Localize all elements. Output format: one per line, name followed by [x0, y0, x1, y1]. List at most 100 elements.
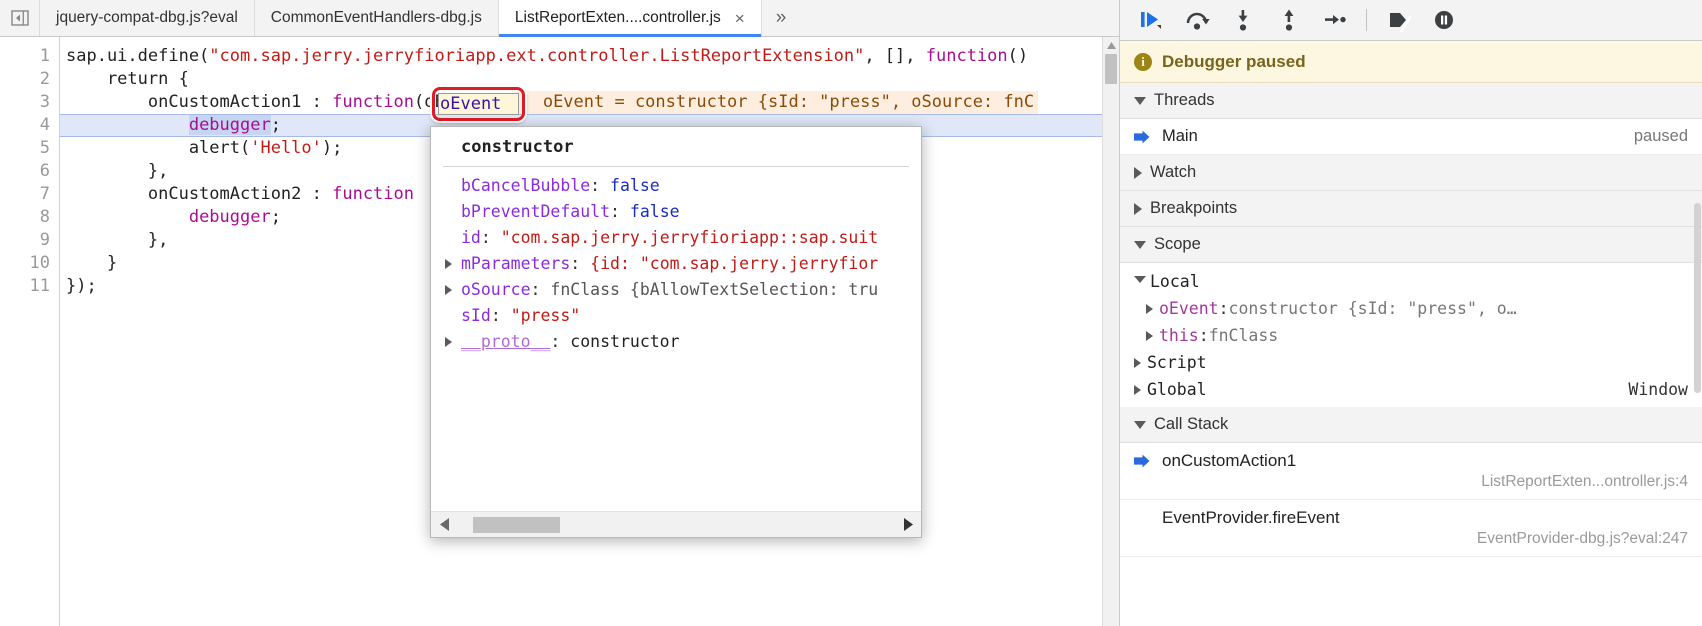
call-stack-frame[interactable]: EventProvider.fireEvent EventProvider-dbg… — [1120, 500, 1702, 557]
inline-value-hint: oEvent = constructor {sId: "press", oSou… — [516, 91, 1039, 114]
step-over-icon[interactable] — [1176, 3, 1218, 37]
scope-value: fnClass — [1208, 326, 1279, 345]
code-line[interactable]: sap.ui.define("com.sap.jerry.jerryfioria… — [60, 45, 1119, 68]
step-into-icon[interactable] — [1222, 3, 1264, 37]
scope-row-this[interactable]: this: fnClass — [1120, 322, 1702, 349]
tab-label: jquery-compat-dbg.js?eval — [56, 9, 238, 26]
scope-label: this — [1159, 326, 1199, 345]
debugger-scrollbar-thumb[interactable] — [1694, 203, 1701, 393]
popup-horizontal-scrollbar[interactable] — [431, 511, 921, 537]
line-number[interactable]: 5 — [0, 137, 59, 160]
debugger-vertical-scrollbar[interactable] — [1692, 83, 1702, 626]
section-header-threads[interactable]: Threads — [1120, 83, 1702, 119]
tab-listreportextension[interactable]: ListReportExten....controller.js × — [498, 0, 762, 37]
thread-item-main[interactable]: Main paused — [1120, 119, 1702, 155]
thread-name: Main — [1162, 127, 1198, 145]
popup-property-row-expandable[interactable]: oSource: fnClass {bAllowTextSelection: t… — [445, 277, 921, 303]
property-key: oSource — [461, 280, 531, 299]
editor-vertical-scrollbar[interactable] — [1102, 37, 1119, 626]
scope-variable-list: Local oEvent: constructor {sId: "press", … — [1120, 263, 1702, 407]
scope-label: Script — [1147, 353, 1207, 372]
editor-column: jquery-compat-dbg.js?eval CommonEventHan… — [0, 0, 1120, 626]
property-key: mParameters — [461, 254, 571, 273]
pause-on-exceptions-icon[interactable] — [1423, 3, 1465, 37]
scope-row-oevent[interactable]: oEvent: constructor {sId: "press", o… — [1120, 295, 1702, 322]
section-header-breakpoints[interactable]: Breakpoints — [1120, 191, 1702, 227]
code-line[interactable]: onCustomAction1 : function(oEvent) { oEv… — [60, 91, 1119, 114]
call-stack-location: EventProvider-dbg.js?eval:247 — [1476, 530, 1688, 547]
expand-triangle-icon[interactable] — [445, 285, 452, 295]
tab-overflow-icon[interactable]: » — [762, 0, 801, 36]
scope-row-local[interactable]: Local — [1120, 268, 1702, 295]
property-value: false — [629, 202, 680, 221]
popup-property-row-expandable[interactable]: mParameters: {id: "com.sap.jerry.jerryfi… — [445, 251, 921, 277]
property-key: bPreventDefault — [461, 202, 611, 221]
code-token: onCustomAction1 : — [66, 92, 333, 112]
section-header-call-stack[interactable]: Call Stack — [1120, 407, 1702, 443]
section-header-scope[interactable]: Scope — [1120, 227, 1702, 263]
close-icon[interactable]: × — [735, 10, 745, 27]
line-number[interactable]: 1 — [0, 45, 59, 68]
chevron-right-icon[interactable] — [1146, 303, 1153, 314]
line-number[interactable]: 2 — [0, 68, 59, 91]
code-token: function — [332, 184, 414, 204]
tab-jquery-compat[interactable]: jquery-compat-dbg.js?eval — [40, 0, 255, 36]
property-value: {id: "com.sap.jerry.jerryfior — [590, 254, 879, 273]
code-token: ; — [270, 115, 281, 135]
property-colon: : — [610, 202, 630, 221]
chevron-right-icon[interactable] — [1134, 357, 1141, 368]
scroll-left-icon[interactable] — [431, 512, 457, 538]
code-line[interactable]: return { — [60, 68, 1119, 91]
line-number[interactable]: 9 — [0, 229, 59, 252]
editor-scrollbar-thumb[interactable] — [1105, 54, 1117, 84]
section-header-watch[interactable]: Watch — [1120, 155, 1702, 191]
call-stack-frame[interactable]: onCustomAction1 ListReportExten...ontroll… — [1120, 443, 1702, 500]
expand-triangle-icon[interactable] — [445, 259, 452, 269]
scroll-up-icon[interactable] — [1103, 37, 1119, 54]
deactivate-breakpoints-icon[interactable] — [1377, 3, 1419, 37]
code-token: }, — [66, 230, 169, 250]
line-number[interactable]: 10 — [0, 252, 59, 275]
scope-row-script[interactable]: Script — [1120, 349, 1702, 376]
step-out-icon[interactable] — [1268, 3, 1310, 37]
property-value: "com.sap.jerry.jerryfioriapp::sap.suit — [500, 228, 879, 247]
chevron-right-icon[interactable] — [1146, 330, 1153, 341]
tab-commoneventhandlers[interactable]: CommonEventHandlers-dbg.js — [254, 0, 499, 36]
property-value: "press" — [510, 306, 581, 325]
scroll-right-icon[interactable] — [895, 512, 921, 538]
popup-property-row-expandable[interactable]: __proto__: constructor — [445, 329, 921, 355]
resume-icon[interactable] — [1130, 3, 1172, 37]
property-colon: : — [480, 228, 501, 247]
scope-row-global[interactable]: Global Window — [1120, 376, 1702, 403]
object-inspector-popup[interactable]: constructor bCancelBubble: false bPrevent… — [430, 126, 922, 538]
line-number[interactable]: 8 — [0, 206, 59, 229]
debugger-sections[interactable]: Threads Main paused Watch Breakpoints Sc… — [1120, 83, 1702, 626]
chevron-down-icon — [1134, 420, 1146, 429]
line-number[interactable]: 3 — [0, 91, 59, 114]
navigate-back-icon[interactable] — [0, 0, 40, 36]
editor-tabstrip: jquery-compat-dbg.js?eval CommonEventHan… — [0, 0, 1119, 37]
expand-triangle-icon[interactable] — [445, 337, 452, 347]
line-number[interactable]: 4 — [0, 114, 59, 137]
code-token: 'Hello' — [250, 138, 322, 158]
popup-property-row: id: "com.sap.jerry.jerryfioriapp::sap.su… — [445, 225, 921, 251]
step-icon[interactable] — [1314, 3, 1356, 37]
line-number[interactable]: 6 — [0, 160, 59, 183]
code-token: (oEvent) { — [414, 92, 517, 112]
popup-scrollbar-track[interactable] — [457, 512, 895, 538]
code-token: function — [925, 46, 1008, 66]
line-number[interactable]: 7 — [0, 183, 59, 206]
current-thread-arrow-icon — [1134, 130, 1150, 143]
chevron-down-icon[interactable] — [1134, 275, 1146, 288]
popup-separator — [443, 166, 909, 167]
chevron-right-icon[interactable] — [1134, 384, 1141, 395]
section-label: Threads — [1154, 91, 1215, 109]
line-number[interactable]: 11 — [0, 275, 59, 298]
popup-scrollbar-thumb[interactable] — [473, 516, 560, 533]
popup-title: constructor — [461, 137, 574, 157]
code-token: debugger — [188, 207, 271, 227]
chevron-right-icon — [1134, 202, 1142, 215]
property-colon: : — [550, 332, 571, 351]
paused-banner-text: Debugger paused — [1162, 51, 1306, 71]
